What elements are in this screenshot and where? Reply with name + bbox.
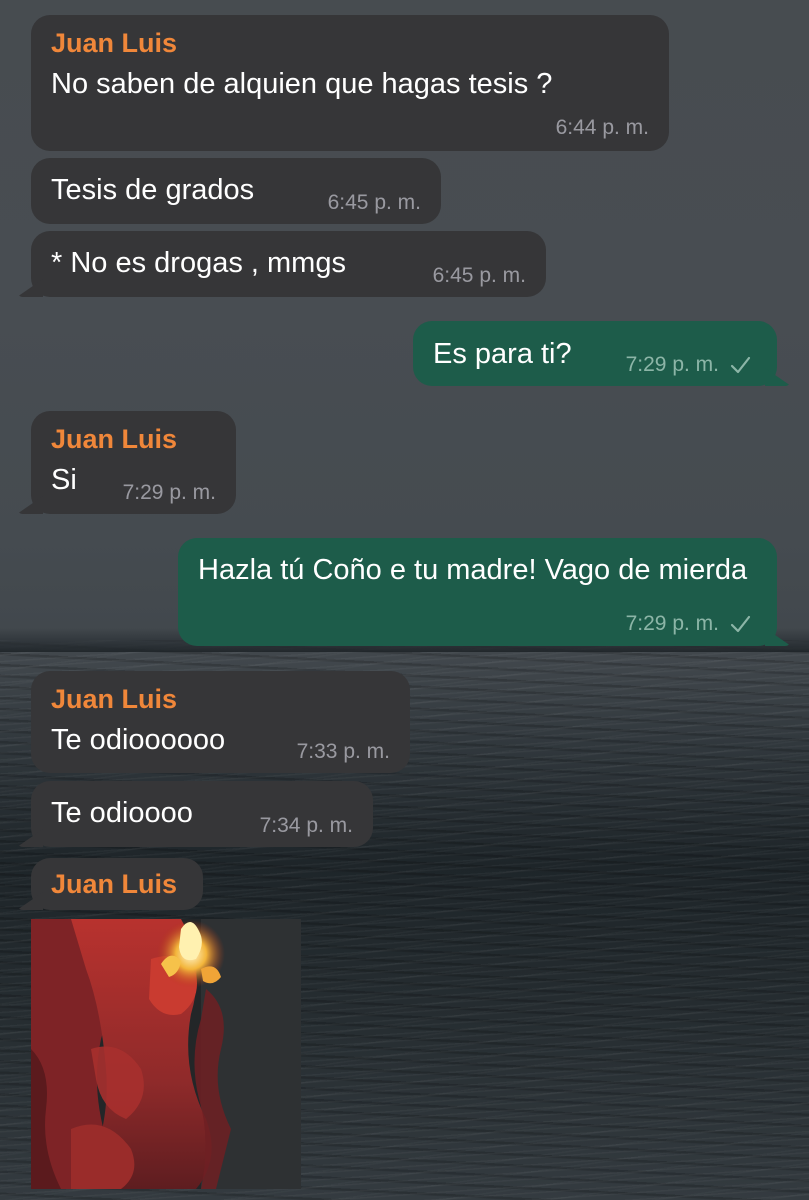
sent-check-icon bbox=[730, 615, 751, 633]
message-time: 7:29 p. m. bbox=[625, 612, 719, 635]
sender-name[interactable]: Juan Luis bbox=[51, 868, 177, 900]
message-time: 7:29 p. m. bbox=[625, 353, 719, 376]
gif-thumbnail[interactable] bbox=[31, 919, 301, 1189]
message-bubble-incoming[interactable]: Juan Luis No saben de alquien que hagas … bbox=[31, 15, 669, 151]
message-text: Te odioooooo bbox=[51, 724, 226, 756]
media-sender-label[interactable]: Juan Luis bbox=[31, 858, 203, 910]
message-text: Te odioooo bbox=[51, 797, 193, 829]
message-text: Es para ti? bbox=[433, 338, 572, 370]
message-time: 6:45 p. m. bbox=[432, 264, 526, 287]
message-text: * No es drogas , mmgs bbox=[51, 247, 346, 279]
gif-image bbox=[31, 919, 301, 1189]
sender-name[interactable]: Juan Luis bbox=[51, 683, 177, 715]
sent-check-icon bbox=[730, 356, 751, 374]
message-time: 7:33 p. m. bbox=[296, 740, 390, 763]
sender-name[interactable]: Juan Luis bbox=[51, 423, 177, 455]
message-bubble-outgoing[interactable]: Hazla tú Coño e tu madre! Vago de mierda… bbox=[178, 538, 777, 646]
message-text: Si bbox=[51, 464, 77, 496]
message-time: 7:29 p. m. bbox=[122, 481, 216, 504]
message-text: Tesis de grados bbox=[51, 174, 255, 206]
message-bubble-incoming[interactable]: Juan Luis Si 7:29 p. m. bbox=[31, 411, 236, 514]
message-text: Hazla tú Coño e tu madre! Vago de mierda bbox=[198, 554, 748, 586]
message-bubble-incoming[interactable]: Tesis de grados 6:45 p. m. bbox=[31, 158, 441, 224]
message-bubble-incoming[interactable]: Te odioooo 7:34 p. m. bbox=[31, 781, 373, 847]
message-bubble-outgoing[interactable]: Es para ti? 7:29 p. m. bbox=[413, 321, 777, 386]
message-time: 6:44 p. m. bbox=[555, 116, 649, 139]
message-time: 6:45 p. m. bbox=[327, 191, 421, 214]
sender-name[interactable]: Juan Luis bbox=[51, 27, 177, 59]
message-bubble-incoming[interactable]: Juan Luis Te odioooooo 7:33 p. m. bbox=[31, 671, 410, 773]
message-text: No saben de alquien que hagas tesis ? bbox=[51, 68, 553, 100]
message-time: 7:34 p. m. bbox=[259, 814, 353, 837]
message-bubble-incoming[interactable]: * No es drogas , mmgs 6:45 p. m. bbox=[31, 231, 546, 297]
